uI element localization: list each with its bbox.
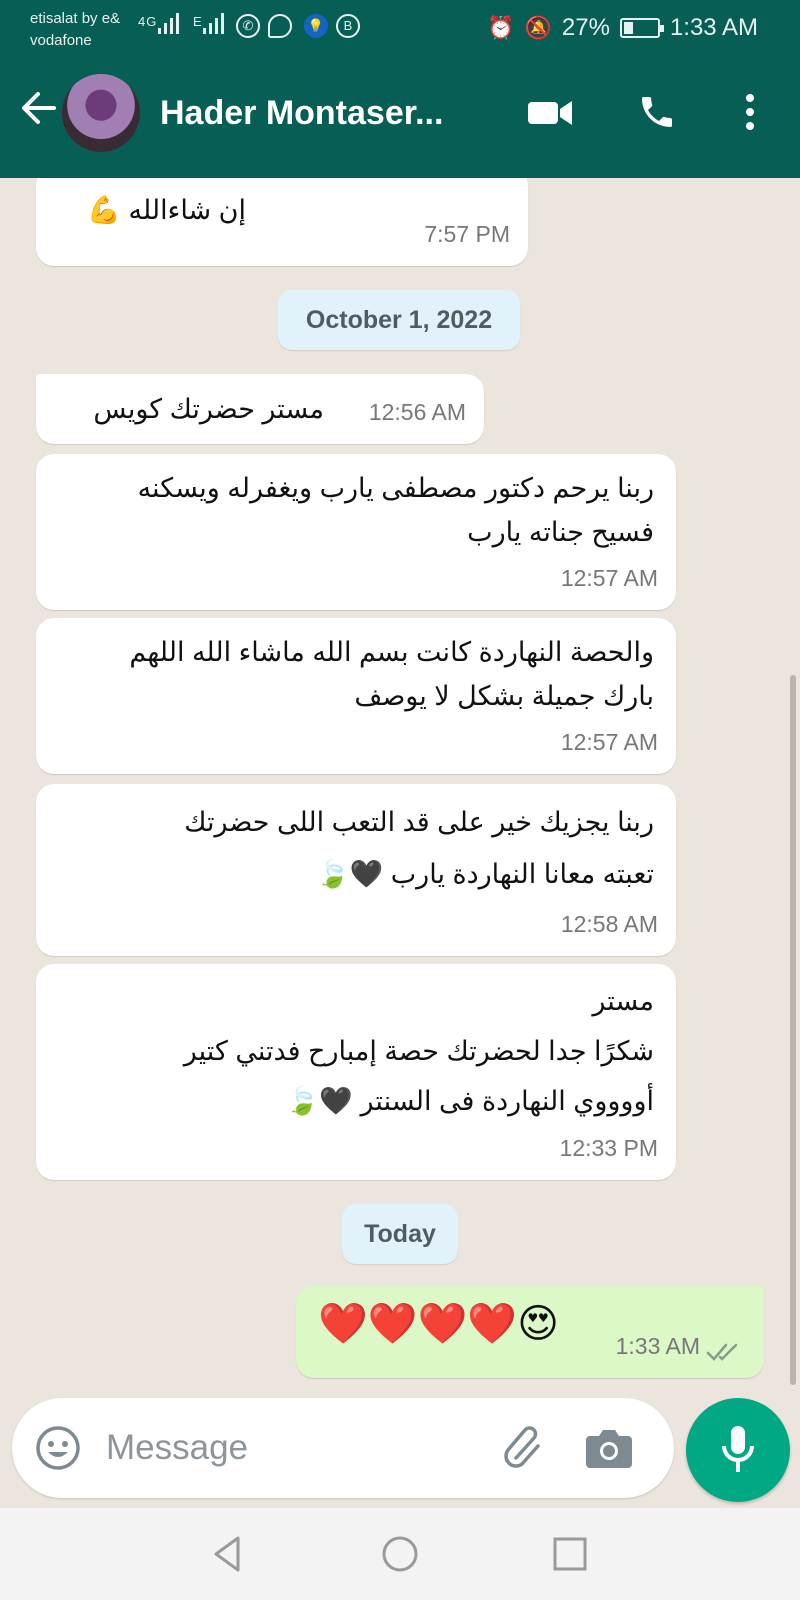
message-time: 7:57 PM	[424, 221, 510, 247]
alarm-icon: ⏰	[487, 15, 515, 40]
status-bar: etisalat by e& vodafone 4G E ✆ 💡 B ⏰ 🔕 2…	[0, 0, 800, 55]
message-time: 12:58 AM	[560, 911, 658, 937]
message-bubble[interactable]: والحصة النهاردة كانت بسم الله ماشاء الله…	[36, 618, 676, 774]
message-text: مستر شكرًا جدا لحضرتك حصة إمبارح فدتني ك…	[183, 986, 654, 1116]
message-time: 12:57 AM	[560, 565, 658, 591]
video-call-icon[interactable]	[526, 92, 574, 132]
chat-notification-icon	[268, 14, 292, 38]
status-right: ⏰ 🔕 27% 1:33 AM	[487, 14, 758, 42]
message-text: ربنا يجزيك خير على قد التعب اللى حضرتك ت…	[184, 807, 654, 889]
nav-recents-icon[interactable]	[550, 1534, 590, 1574]
message-time: 12:56 AM	[368, 399, 466, 425]
network-4g-label: 4G	[138, 14, 158, 29]
network-e-label: E	[193, 14, 203, 29]
message-text: مستر حضرتك كويس	[93, 394, 324, 424]
scrollbar[interactable]	[790, 675, 796, 1385]
app-header: etisalat by e& vodafone 4G E ✆ 💡 B ⏰ 🔕 2…	[0, 0, 800, 178]
message-text: إن شاءالله 💪	[87, 195, 246, 225]
message-bubble[interactable]: مستر شكرًا جدا لحضرتك حصة إمبارح فدتني ك…	[36, 964, 676, 1180]
carrier-primary: etisalat by e&	[30, 10, 121, 27]
message-bubble[interactable]: ربنا يجزيك خير على قد التعب اللى حضرتك ت…	[36, 784, 676, 956]
message-text: ربنا يرحم دكتور مصطفى يارب ويغفرله ويسكن…	[137, 473, 654, 547]
message-time: 12:57 AM	[560, 729, 658, 755]
chat-header: Hader Montaser...	[0, 70, 800, 160]
back-arrow-icon[interactable]	[18, 88, 58, 128]
date-separator: October 1, 2022	[278, 290, 520, 350]
message-bubble[interactable]: ربنا يرحم دكتور مصطفى يارب ويغفرله ويسكن…	[36, 454, 676, 610]
emoji-icon[interactable]	[34, 1424, 82, 1472]
date-separator: Today	[342, 1204, 458, 1264]
carrier-secondary: vodafone	[30, 32, 92, 49]
message-time: 12:33 PM	[559, 1135, 658, 1161]
contact-name[interactable]: Hader Montaser...	[160, 94, 480, 133]
attach-icon[interactable]	[500, 1424, 548, 1472]
nav-back-icon[interactable]	[208, 1534, 248, 1574]
message-input[interactable]	[106, 1422, 486, 1474]
system-nav-bar	[0, 1508, 800, 1600]
message-text: ❤️❤️❤️❤️😍	[318, 1302, 559, 1346]
battery-percent: 27%	[561, 14, 610, 41]
clock: 1:33 AM	[669, 14, 758, 41]
avatar[interactable]	[62, 74, 140, 152]
camera-icon[interactable]	[584, 1426, 634, 1470]
message-bubble[interactable]: مستر حضرتك كويس 12:56 AM	[36, 374, 484, 444]
signal-icon-2	[203, 13, 224, 34]
message-bubble-outgoing[interactable]: ❤️❤️❤️❤️😍 1:33 AM	[296, 1286, 764, 1378]
battery-icon	[619, 18, 664, 38]
chat-messages[interactable]: إن شاءالله 💪 7:57 PM October 1, 2022 مست…	[0, 178, 800, 1500]
signal-icon	[158, 13, 179, 34]
mute-icon: 🔕	[524, 15, 552, 40]
message-text: والحصة النهاردة كانت بسم الله ماشاء الله…	[129, 637, 654, 711]
b-notification-icon: B	[336, 14, 360, 38]
mic-icon	[722, 1426, 754, 1472]
voice-call-icon[interactable]	[636, 92, 678, 132]
more-options-icon[interactable]	[740, 92, 760, 132]
voice-message-button[interactable]	[686, 1398, 790, 1502]
message-bubble[interactable]: إن شاءالله 💪 7:57 PM	[36, 178, 528, 266]
nav-home-icon[interactable]	[380, 1534, 420, 1574]
whatsapp-notification-icon: ✆	[236, 14, 260, 38]
carrier-info: etisalat by e& vodafone	[30, 8, 120, 52]
message-time: 1:33 AM	[615, 1333, 700, 1359]
message-composer	[12, 1398, 674, 1498]
lightbulb-icon: 💡	[304, 14, 328, 38]
double-check-icon	[706, 1343, 738, 1361]
